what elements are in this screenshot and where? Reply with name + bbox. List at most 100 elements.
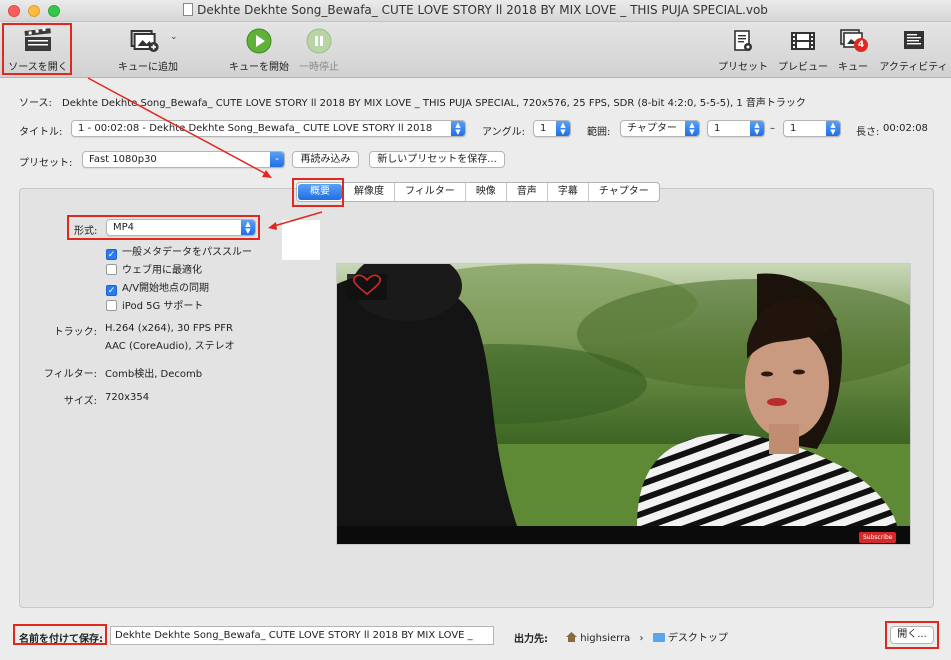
- range-start-select[interactable]: 1 ▲ ▼: [707, 120, 765, 137]
- preset-select-chevron-icon: ⌄: [270, 152, 284, 167]
- range-end-select[interactable]: 1 ▲ ▼: [783, 120, 841, 137]
- destination-path[interactable]: highsierra › デスクトップ: [566, 629, 728, 644]
- tracks-label: トラック:: [53, 327, 97, 338]
- save-as-input[interactable]: Dekhte Dekhte Song_Bewafa_ CUTE LOVE STO…: [110, 626, 494, 645]
- range-end-chevron-icon: ▲ ▼: [826, 121, 840, 136]
- checkbox-unchecked-icon: [106, 264, 117, 275]
- preview-letterbox: [337, 526, 910, 544]
- subscribe-watermark: Subscribe: [859, 532, 897, 543]
- passthru-metadata-label: 一般メタデータをパススルー: [122, 247, 252, 258]
- title-label: タイトル:: [19, 127, 63, 138]
- play-icon: [246, 28, 272, 54]
- tab-dimensions[interactable]: 解像度: [343, 183, 394, 201]
- passthru-metadata-checkbox[interactable]: ✓ 一般メタデータをパススルー: [106, 243, 252, 260]
- tab-subtitles[interactable]: 字幕: [546, 183, 588, 201]
- title-bar: Dekhte Dekhte Song_Bewafa_ CUTE LOVE STO…: [0, 0, 951, 22]
- reload-preset-button[interactable]: 再読み込み: [292, 151, 359, 168]
- format-select-chevron-icon: ▲ ▼: [241, 220, 255, 235]
- open-source-button[interactable]: ソースを開く: [2, 24, 74, 76]
- pause-button[interactable]: 一時停止: [292, 24, 346, 76]
- clapperboard-icon: [24, 28, 51, 51]
- range-dash: –: [770, 123, 775, 134]
- destination-home: highsierra: [580, 633, 631, 644]
- presets-label: プリセット: [718, 62, 768, 73]
- preview-image[interactable]: Subscribe: [336, 263, 911, 545]
- range-start-chevron-icon: ▲ ▼: [750, 121, 764, 136]
- av-align-checkbox[interactable]: ✓ A/V開始地点の同期: [106, 279, 209, 296]
- filters-label: フィルター:: [43, 369, 97, 380]
- window-title: Dekhte Dekhte Song_Bewafa_ CUTE LOVE STO…: [197, 3, 768, 17]
- filters-value: Comb検出, Decomb: [105, 369, 203, 380]
- blank-thumbnail: [282, 220, 320, 260]
- activity-log-icon: [903, 31, 924, 49]
- preview-scene: [337, 264, 910, 526]
- tab-chapters[interactable]: チャプター: [587, 183, 659, 201]
- format-select-value: MP4: [113, 222, 135, 233]
- save-as-label: 名前を付けて保存:: [19, 634, 103, 645]
- save-new-preset-button[interactable]: 新しいプリセットを保存...: [369, 151, 505, 168]
- duration-value: 00:02:08: [883, 123, 928, 134]
- queue-count-badge: 4: [854, 38, 868, 52]
- angle-select[interactable]: 1 ▲ ▼: [533, 120, 571, 137]
- title-select-chevron-icon: ▲ ▼: [451, 121, 465, 136]
- web-optimized-checkbox[interactable]: ウェブ用に最適化: [106, 261, 202, 276]
- checkbox-checked-icon: ✓: [106, 249, 117, 260]
- add-to-queue-label: キューに追加: [118, 62, 178, 73]
- preview-button[interactable]: プレビュー: [774, 24, 832, 76]
- checkbox-checked-icon: ✓: [106, 285, 117, 296]
- arrow-head-icon: [262, 170, 272, 178]
- activity-label: アクティビティ: [879, 62, 948, 73]
- open-source-label: ソースを開く: [8, 62, 68, 73]
- window-title-wrap: Dekhte Dekhte Song_Bewafa_ CUTE LOVE STO…: [0, 3, 951, 17]
- range-type-chevron-icon: ▲ ▼: [685, 121, 699, 136]
- pause-label: 一時停止: [299, 62, 339, 73]
- preset-select-value: Fast 1080p30: [89, 154, 157, 165]
- destination-label: 出力先:: [514, 634, 548, 645]
- tab-audio[interactable]: 音声: [505, 183, 547, 201]
- ipod-5g-label: iPod 5G サポート: [122, 301, 204, 312]
- angle-select-value: 1: [540, 123, 547, 134]
- preset-select[interactable]: Fast 1080p30 ⌄: [82, 151, 285, 168]
- tracks-audio: AAC (CoreAudio), ステレオ: [105, 341, 235, 352]
- title-select[interactable]: 1 - 00:02:08 - Dekhte Dekhte Song_Bewafa…: [71, 120, 466, 137]
- checkbox-unchecked-icon: [106, 300, 117, 311]
- tab-video[interactable]: 映像: [464, 183, 506, 201]
- tab-filters[interactable]: フィルター: [394, 183, 465, 201]
- queue-label: キュー: [838, 62, 868, 73]
- preset-label: プリセット:: [19, 158, 73, 169]
- range-type-select[interactable]: チャプター ▲ ▼: [620, 120, 700, 137]
- range-label: 範囲:: [587, 127, 611, 138]
- toolbar: ソースを開く キューに追加 ⌄ キューを開始 一時停止 プリセット プレビュー …: [0, 22, 951, 78]
- browse-button[interactable]: 開く...: [890, 626, 934, 644]
- presets-button[interactable]: プリセット: [714, 24, 772, 76]
- start-queue-label: キューを開始: [229, 62, 289, 73]
- source-info: Dekhte Dekhte Song_Bewafa_ CUTE LOVE STO…: [62, 98, 806, 109]
- document-icon: [183, 3, 194, 16]
- tab-bar: 概要 解像度 フィルター 映像 音声 字幕 チャプター: [296, 182, 660, 202]
- angle-label: アングル:: [482, 127, 525, 138]
- duration-label: 長さ:: [856, 127, 880, 138]
- add-to-queue-menu-chevron-icon[interactable]: ⌄: [170, 32, 178, 42]
- home-icon: [566, 632, 577, 642]
- start-queue-button[interactable]: キューを開始: [226, 24, 292, 76]
- folder-icon: [652, 633, 665, 642]
- web-optimized-label: ウェブ用に最適化: [122, 265, 202, 276]
- ipod-5g-checkbox[interactable]: iPod 5G サポート: [106, 297, 203, 312]
- format-label: 形式:: [74, 226, 98, 237]
- range-type-value: チャプター: [627, 123, 677, 134]
- size-value: 720x354: [105, 392, 150, 403]
- queue-button[interactable]: 4 キュー: [830, 24, 876, 76]
- tab-summary[interactable]: 概要: [298, 184, 342, 200]
- path-separator-icon: ›: [639, 633, 644, 644]
- title-select-value: 1 - 00:02:08 - Dekhte Dekhte Song_Bewafa…: [78, 123, 433, 134]
- activity-button[interactable]: アクティビティ: [876, 24, 951, 76]
- angle-select-chevron-icon: ▲ ▼: [556, 121, 570, 136]
- add-to-queue-button[interactable]: キューに追加: [108, 24, 190, 76]
- av-align-label: A/V開始地点の同期: [122, 283, 210, 294]
- preview-label: プレビュー: [778, 62, 828, 73]
- source-label: ソース:: [19, 98, 52, 109]
- add-to-queue-icon: [130, 30, 159, 52]
- size-label: サイズ:: [63, 396, 97, 407]
- format-select[interactable]: MP4 ▲ ▼: [106, 219, 256, 236]
- destination-folder: デスクトップ: [667, 633, 728, 644]
